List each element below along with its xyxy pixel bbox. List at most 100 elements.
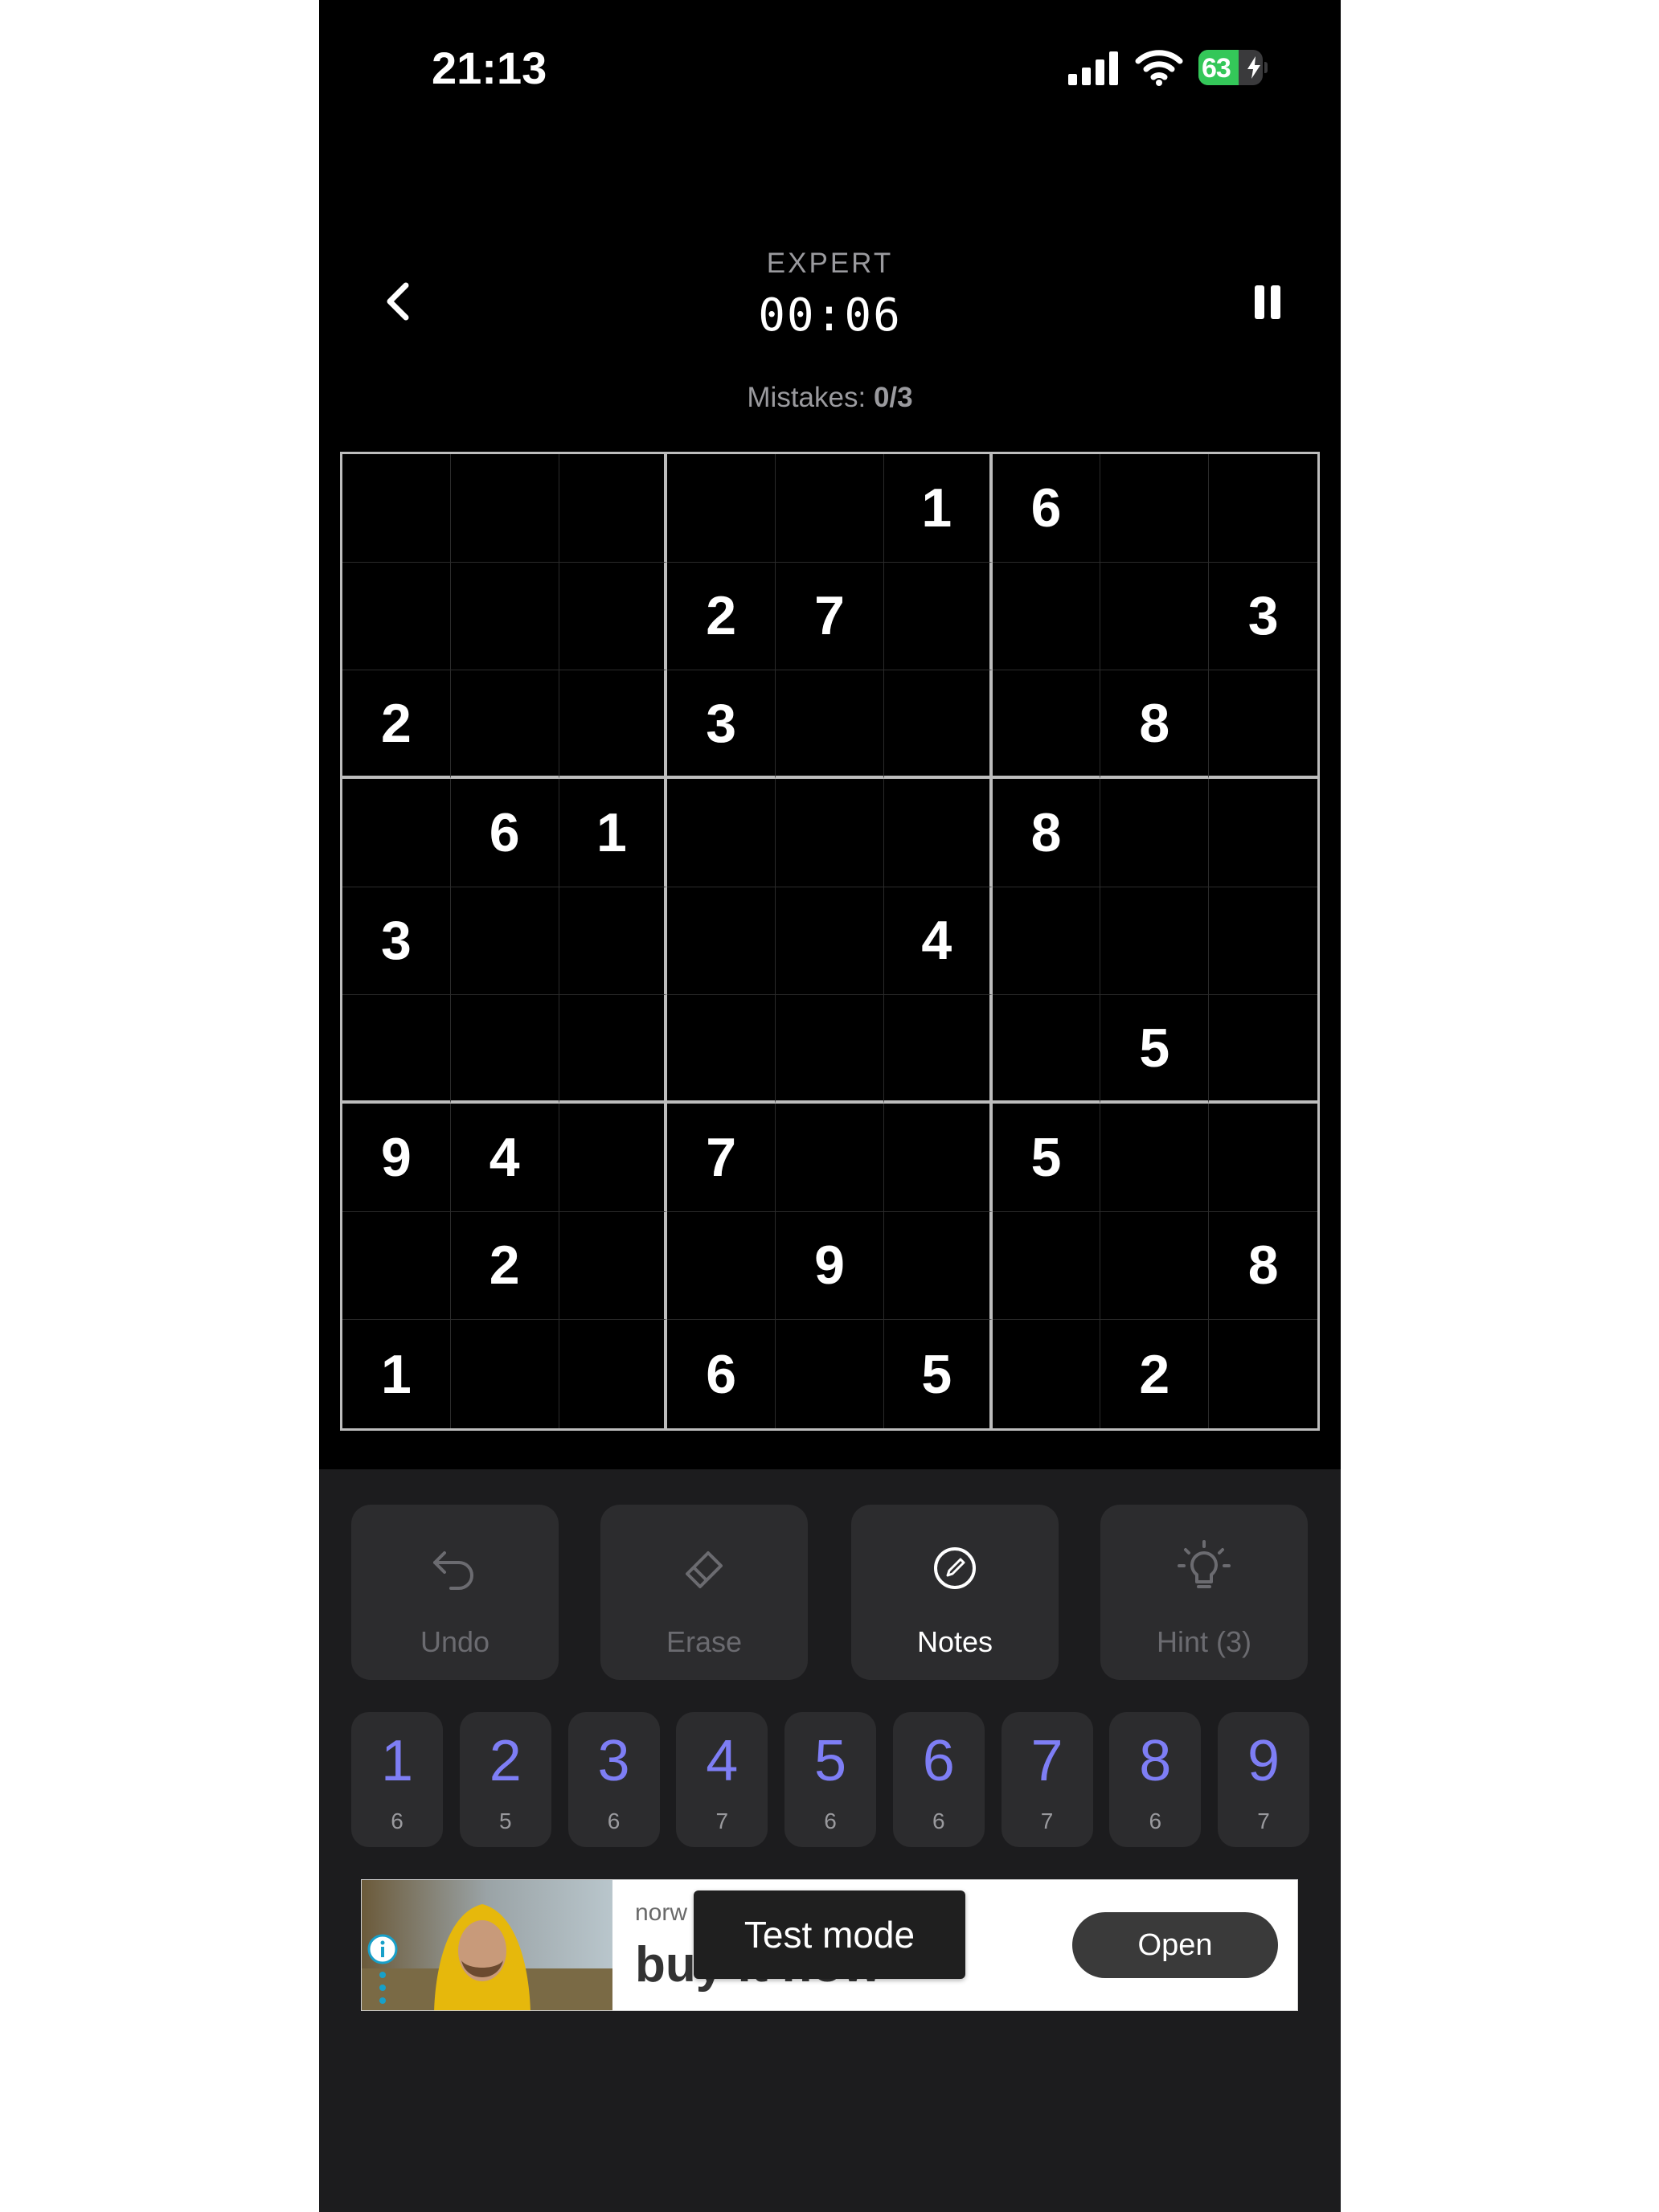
sudoku-cell-r6c4[interactable] [667,995,776,1104]
number-key-4[interactable]: 47 [676,1712,768,1847]
sudoku-cell-r1c5[interactable] [776,454,884,563]
sudoku-cell-r4c8[interactable] [1100,779,1210,887]
sudoku-cell-r9c9[interactable] [1209,1320,1317,1428]
charging-bolt-icon [1247,56,1260,79]
pause-button[interactable] [1235,269,1300,334]
sudoku-cell-r5c9[interactable] [1209,887,1317,996]
sudoku-cell-r5c4[interactable] [667,887,776,996]
sudoku-cell-r3c1[interactable]: 2 [342,670,451,779]
sudoku-cell-r8c1[interactable] [342,1211,451,1321]
sudoku-cell-r7c1[interactable]: 9 [342,1104,451,1212]
sudoku-cell-r9c3[interactable] [559,1320,668,1428]
sudoku-cell-r3c5[interactable] [776,670,884,779]
sudoku-cell-r6c5[interactable] [776,995,884,1104]
sudoku-cell-r6c8[interactable]: 5 [1100,995,1210,1104]
sudoku-cell-r9c2[interactable] [451,1320,559,1428]
sudoku-cell-r4c3[interactable]: 1 [559,779,668,887]
sudoku-cell-r4c2[interactable]: 6 [450,779,559,887]
sudoku-cell-r4c7[interactable]: 8 [992,779,1101,887]
sudoku-cell-r6c2[interactable] [450,995,559,1104]
sudoku-cell-r4c9[interactable] [1209,779,1317,887]
sudoku-cell-r2c6[interactable] [883,562,993,671]
number-key-9[interactable]: 97 [1218,1712,1309,1847]
number-key-6[interactable]: 66 [892,1712,985,1847]
sudoku-cell-r2c9[interactable]: 3 [1209,563,1317,671]
more-options-icon[interactable] [375,1970,391,2005]
sudoku-cell-r8c9[interactable]: 8 [1209,1212,1317,1321]
sudoku-cell-r3c9[interactable] [1209,670,1317,779]
sudoku-cell-r5c7[interactable] [992,887,1101,996]
sudoku-cell-r1c8[interactable] [1100,454,1210,563]
sudoku-cell-r6c6[interactable] [883,995,993,1104]
erase-button[interactable]: Erase [600,1505,808,1680]
sudoku-cell-r4c1[interactable] [342,779,451,887]
sudoku-cell-r9c6[interactable]: 5 [884,1320,993,1428]
sudoku-cell-r4c4[interactable] [667,779,776,887]
sudoku-cell-r9c8[interactable]: 2 [1100,1320,1210,1428]
sudoku-cell-r9c1[interactable]: 1 [342,1320,451,1428]
sudoku-cell-r9c7[interactable] [993,1320,1101,1428]
sudoku-cell-r7c2[interactable]: 4 [450,1104,559,1212]
sudoku-cell-r5c1[interactable]: 3 [342,887,451,996]
sudoku-cell-r8c2[interactable]: 2 [450,1211,559,1321]
sudoku-cell-r7c9[interactable] [1209,1104,1317,1212]
hint-button[interactable]: Hint (3) [1100,1505,1308,1680]
number-key-8[interactable]: 86 [1109,1712,1202,1847]
sudoku-cell-r5c8[interactable] [1100,887,1210,996]
sudoku-cell-r2c5[interactable]: 7 [776,562,884,671]
sudoku-cell-r3c7[interactable] [992,670,1101,779]
sudoku-cell-r1c9[interactable] [1209,454,1317,563]
sudoku-cell-r2c2[interactable] [450,562,559,671]
number-key-7[interactable]: 77 [1001,1712,1093,1847]
sudoku-cell-r1c6[interactable]: 1 [883,454,993,563]
sudoku-cell-r2c8[interactable] [1100,562,1210,671]
sudoku-cell-r8c7[interactable] [992,1211,1101,1321]
ad-open-button[interactable]: Open [1072,1912,1278,1978]
sudoku-cell-r7c6[interactable] [883,1104,993,1212]
sudoku-cell-r6c1[interactable] [342,995,451,1104]
sudoku-cell-r8c5[interactable]: 9 [776,1211,884,1321]
number-key-5[interactable]: 56 [784,1712,876,1847]
sudoku-cell-r4c6[interactable] [883,779,993,887]
sudoku-cell-r8c6[interactable] [883,1211,993,1321]
sudoku-cell-r1c4[interactable] [667,454,776,563]
sudoku-cell-r7c3[interactable] [559,1104,668,1212]
sudoku-cell-r2c4[interactable]: 2 [667,562,776,671]
sudoku-cell-r8c8[interactable] [1100,1211,1210,1321]
sudoku-cell-r7c4[interactable]: 7 [667,1104,776,1212]
sudoku-cell-r8c3[interactable] [559,1211,668,1321]
sudoku-cell-r1c3[interactable] [559,454,668,563]
number-key-2[interactable]: 25 [459,1712,551,1847]
sudoku-cell-r9c4[interactable]: 6 [667,1320,776,1428]
sudoku-cell-r7c7[interactable]: 5 [992,1104,1101,1212]
sudoku-cell-r1c2[interactable] [450,454,559,563]
sudoku-cell-r5c6[interactable]: 4 [883,887,993,996]
sudoku-cell-r3c4[interactable]: 3 [667,670,776,779]
sudoku-cell-r2c1[interactable] [342,562,451,671]
sudoku-cell-r6c7[interactable] [992,995,1101,1104]
sudoku-cell-r4c5[interactable] [776,779,884,887]
sudoku-cell-r3c8[interactable]: 8 [1100,670,1210,779]
sudoku-cell-r2c3[interactable] [559,562,668,671]
sudoku-cell-r1c7[interactable]: 6 [992,454,1101,563]
sudoku-cell-r8c4[interactable] [667,1211,776,1321]
sudoku-cell-r7c5[interactable] [776,1104,884,1212]
number-key-1[interactable]: 16 [351,1712,443,1847]
sudoku-cell-r3c3[interactable] [559,670,668,779]
sudoku-cell-r3c6[interactable] [883,670,993,779]
sudoku-cell-r6c3[interactable] [559,995,668,1104]
sudoku-cell-r6c9[interactable] [1209,995,1317,1104]
sudoku-cell-r1c1[interactable] [342,454,451,563]
sudoku-cell-r3c2[interactable] [450,670,559,779]
notes-button[interactable]: Notes [851,1505,1059,1680]
info-icon[interactable] [367,1933,399,1965]
sudoku-cell-r2c7[interactable] [992,562,1101,671]
sudoku-cell-r9c5[interactable] [776,1320,884,1428]
sudoku-cell-r7c8[interactable] [1100,1104,1210,1212]
sudoku-cell-r5c3[interactable] [559,887,668,996]
sudoku-cell-r5c2[interactable] [450,887,559,996]
sudoku-cell-r5c5[interactable] [776,887,884,996]
undo-button[interactable]: Undo [351,1505,559,1680]
number-key-remaining: 7 [715,1809,729,1833]
number-key-3[interactable]: 36 [567,1712,660,1847]
